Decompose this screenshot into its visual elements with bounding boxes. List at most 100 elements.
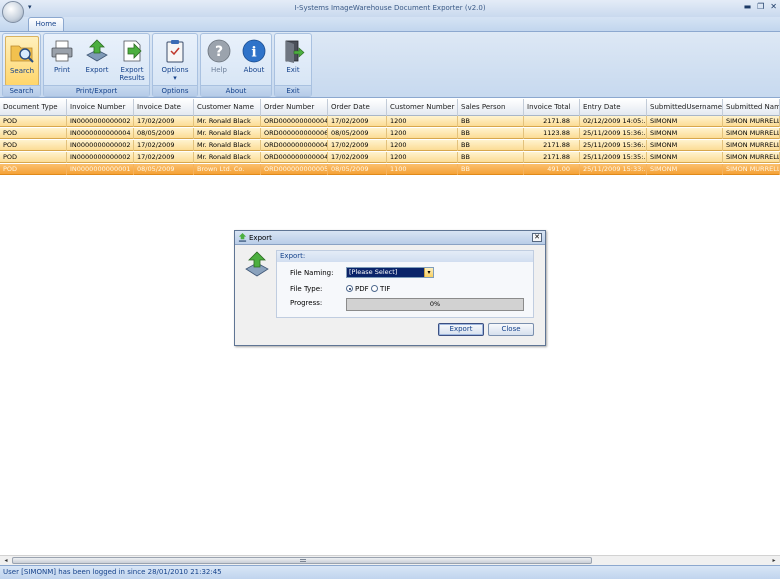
ribbon-group-exit: Exit Exit: [274, 33, 312, 97]
file-type-label: File Type:: [290, 285, 323, 293]
table-row[interactable]: POD IN0000000000002 17/02/2009 Mr. Ronald B…: [0, 152, 780, 163]
table-cell: POD: [0, 140, 67, 151]
column-header[interactable]: Customer Name: [194, 99, 261, 116]
help-button[interactable]: ? Help: [202, 36, 236, 86]
restore-button[interactable]: ❐: [757, 2, 764, 11]
table-cell: 02/12/2009 14:05:...: [580, 116, 647, 127]
application-menu-button[interactable]: [2, 1, 24, 23]
column-header[interactable]: Document Type: [0, 99, 67, 116]
about-button[interactable]: i About: [237, 36, 271, 86]
table-cell: SIMONM: [647, 140, 723, 151]
help-button-label: Help: [211, 66, 227, 74]
table-cell: SIMONM: [647, 164, 723, 175]
column-header[interactable]: Order Date: [328, 99, 387, 116]
table-cell: 17/02/2009: [328, 140, 387, 151]
search-button[interactable]: Search: [5, 36, 39, 86]
table-cell: POD: [0, 164, 67, 175]
export-arrow-icon: [238, 233, 247, 242]
file-naming-label: File Naming:: [290, 269, 334, 277]
column-header[interactable]: Entry Date: [580, 99, 647, 116]
svg-text:?: ?: [215, 44, 223, 60]
table-cell: 2171.88: [524, 116, 580, 127]
column-header[interactable]: Customer Number: [387, 99, 458, 116]
tab-home[interactable]: Home: [28, 17, 64, 31]
horizontal-scrollbar[interactable]: ◂ ▸: [0, 555, 780, 565]
column-header[interactable]: Invoice Date: [134, 99, 194, 116]
radio-tif-indicator: [371, 285, 378, 292]
table-cell: POD: [0, 116, 67, 127]
table-row[interactable]: POD IN0000000000001 08/05/2009 Brown Ltd. C…: [0, 164, 780, 175]
dialog-title-bar[interactable]: Export ✕: [235, 231, 545, 245]
export-button-label: Export: [85, 66, 109, 74]
export-results-label-line1: Export: [120, 66, 144, 74]
minimize-button[interactable]: ▬: [744, 2, 752, 11]
scroll-right-icon[interactable]: ▸: [769, 556, 779, 565]
file-naming-select[interactable]: [Please Select] ▾: [346, 267, 434, 278]
title-bar: ▾ I-Systems ImageWarehouse Document Expo…: [0, 0, 780, 23]
table-cell: 1200: [387, 128, 458, 139]
group-label-search: Search: [3, 85, 40, 96]
window-controls: ▬ ❐ ✕: [744, 2, 777, 11]
export-submit-button[interactable]: Export: [438, 323, 484, 336]
table-cell: IN0000000000001: [67, 164, 134, 175]
close-dialog-button[interactable]: Close: [488, 323, 534, 336]
ribbon-group-about: ? Help i About About: [200, 33, 272, 97]
table-cell: BB: [458, 128, 524, 139]
progress-label: Progress:: [290, 299, 323, 307]
table-cell: ORD000000000004: [261, 140, 328, 151]
table-cell: 08/05/2009: [328, 128, 387, 139]
table-row[interactable]: POD IN0000000000004 08/05/2009 Mr. Ronald B…: [0, 128, 780, 139]
printer-icon: [51, 40, 73, 62]
ribbon: Search Search Print Export Export Result…: [0, 31, 780, 98]
options-button[interactable]: Options ▾: [158, 36, 192, 86]
table-cell: 25/11/2009 15:33:...: [580, 164, 647, 175]
table-cell: BB: [458, 140, 524, 151]
column-header[interactable]: Order Number: [261, 99, 328, 116]
search-button-label: Search: [9, 67, 35, 75]
group-label-options: Options: [153, 85, 197, 96]
column-header[interactable]: SubmittedUsername: [647, 99, 723, 116]
radio-tif[interactable]: TIF: [371, 284, 390, 294]
column-header[interactable]: Submitted Name: [723, 99, 780, 116]
table-cell: ORD000000000006: [261, 128, 328, 139]
scrollbar-thumb[interactable]: [12, 557, 592, 564]
export-results-button[interactable]: Export Results: [115, 36, 149, 86]
table-cell: 1200: [387, 140, 458, 151]
table-cell: 25/11/2009 15:35:...: [580, 152, 647, 163]
table-cell: POD: [0, 128, 67, 139]
dialog-close-icon[interactable]: ✕: [532, 233, 542, 242]
exit-button[interactable]: Exit: [276, 36, 310, 86]
table-cell: BB: [458, 152, 524, 163]
column-header[interactable]: Sales Person: [458, 99, 524, 116]
table-row[interactable]: POD IN0000000000002 17/02/2009 Mr. Ronald B…: [0, 116, 780, 127]
table-cell: 17/02/2009: [134, 140, 194, 151]
table-cell: SIMONM: [647, 116, 723, 127]
radio-pdf-label: PDF: [355, 285, 369, 293]
ribbon-group-search: Search Search: [2, 33, 41, 97]
table-cell: 08/05/2009: [328, 164, 387, 175]
table-row[interactable]: POD IN0000000000002 17/02/2009 Mr. Ronald B…: [0, 140, 780, 151]
table-cell: SIMON MURRELL: [723, 152, 780, 163]
table-cell: 17/02/2009: [328, 152, 387, 163]
status-bar: User [SIMONM] has been logged in since 2…: [0, 565, 780, 579]
scrollbar-grip: [300, 559, 306, 562]
table-cell: 1200: [387, 116, 458, 127]
table-cell: Mr. Ronald Black: [194, 152, 261, 163]
table-cell: IN0000000000002: [67, 140, 134, 151]
close-window-button[interactable]: ✕: [770, 2, 777, 11]
table-cell: 1200: [387, 152, 458, 163]
dialog-title: Export: [249, 234, 272, 242]
column-header[interactable]: Invoice Total: [524, 99, 580, 116]
table-cell: SIMON MURRELL: [723, 128, 780, 139]
ribbon-group-print-export: Print Export Export Results Print/Export: [43, 33, 150, 97]
radio-pdf[interactable]: PDF: [346, 284, 369, 294]
ribbon-group-options: Options ▾ Options: [152, 33, 198, 97]
export-button[interactable]: Export: [80, 36, 114, 86]
table-cell: ORD000000000004: [261, 116, 328, 127]
scroll-left-icon[interactable]: ◂: [1, 556, 11, 565]
print-button[interactable]: Print: [45, 36, 79, 86]
export-progress-bar: 0%: [346, 298, 524, 311]
chevron-down-icon[interactable]: ▾: [424, 268, 433, 277]
column-header[interactable]: Invoice Number: [67, 99, 134, 116]
options-button-label: Options: [161, 66, 189, 74]
